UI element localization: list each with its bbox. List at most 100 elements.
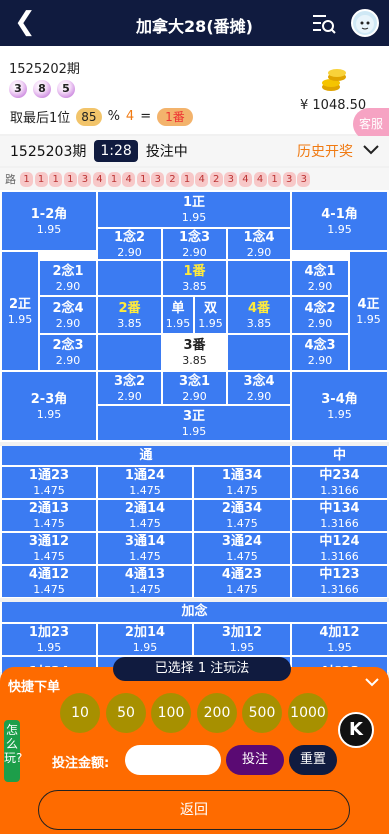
bet-1-2-jiao[interactable]: 1-2角 1.95 — [2, 192, 96, 250]
fantan-bet-grid: 1-2角 1.95 1正 1.95 4-1角 1.95 1念2 2.90 1念3 2.90… — [0, 190, 389, 442]
chip-200[interactable]: 200 — [197, 693, 237, 733]
coins-icon — [322, 69, 346, 91]
bet-1-zheng[interactable]: 1正 1.95 — [98, 192, 290, 227]
bet-button[interactable]: 投注 — [226, 745, 284, 775]
bet-odds: 1.95 — [7, 312, 33, 326]
bet-cell[interactable]: 2通34 1.475 — [194, 500, 290, 531]
bet-odds: 1.95 — [132, 641, 158, 654]
bet-cell[interactable]: 3通12 1.475 — [2, 533, 96, 564]
bet-2-3-jiao[interactable]: 2-3角 1.95 — [2, 372, 96, 440]
bet-cell[interactable]: 3通14 1.475 — [98, 533, 192, 564]
balance: ¥ 1048.50 — [300, 98, 367, 113]
bet-1-nian-3[interactable]: 1念3 2.90 — [163, 229, 226, 259]
bet-3-zheng[interactable]: 3正 1.95 — [98, 406, 290, 440]
bet-name: 4番 — [247, 300, 271, 316]
bet-odds: 1.95 — [356, 312, 381, 326]
bet-odds: 1.95 — [327, 222, 352, 236]
bet-3-fan[interactable]: 3番 3.85 — [163, 335, 226, 370]
bet-cell[interactable]: 4通12 1.475 — [2, 566, 96, 597]
bet-name: 2番 — [118, 300, 141, 316]
k-logo-icon[interactable]: K — [338, 712, 374, 748]
bet-2-nian-4[interactable]: 2念4 2.90 — [40, 297, 96, 333]
bet-1-nian-4[interactable]: 1念4 2.90 — [228, 229, 290, 259]
bet-name: 1加23 — [28, 625, 70, 640]
bet-1-nian-2[interactable]: 1念2 2.90 — [98, 229, 161, 259]
road-cell: 1 — [34, 171, 48, 187]
bet-name: 3念4 — [243, 373, 275, 389]
bet-cell[interactable]: 1通34 1.475 — [194, 467, 290, 498]
history-link[interactable]: 历史开奖 — [297, 141, 353, 161]
bet-cell[interactable]: 3加12 1.95 — [194, 624, 290, 655]
chip-1000[interactable]: 1000 — [288, 693, 328, 733]
bet-odds: 2.90 — [117, 245, 142, 259]
bet-cell[interactable]: 4通13 1.475 — [98, 566, 192, 597]
bet-1-fan[interactable]: 1番 3.85 — [163, 261, 226, 295]
bet-3-nian-1[interactable]: 3念1 2.90 — [163, 372, 226, 404]
road-cell: 3 — [78, 171, 92, 187]
how-to-play-button[interactable]: 怎么玩? — [4, 720, 22, 782]
bet-2-nian-3[interactable]: 2念3 2.90 — [40, 335, 96, 370]
chip-50[interactable]: 50 — [106, 693, 146, 733]
bet-odds: 1.475 — [129, 583, 161, 596]
draw-ball: 5 — [57, 80, 75, 98]
bet-name: 4念2 — [304, 300, 336, 316]
bet-2-zheng[interactable]: 2正 1.95 — [2, 252, 38, 370]
chip-500[interactable]: 500 — [242, 693, 282, 733]
bet-cell[interactable]: 4加12 1.95 — [292, 624, 387, 655]
bet-2-fan[interactable]: 2番 3.85 — [98, 297, 161, 333]
bet-3-4-jiao[interactable]: 3-4角 1.95 — [292, 372, 387, 440]
bet-cell[interactable]: 1通24 1.475 — [98, 467, 192, 498]
amount-input[interactable] — [125, 745, 221, 775]
bet-name: 4通12 — [28, 567, 70, 582]
reset-button[interactable]: 重置 — [289, 745, 337, 775]
bet-dan[interactable]: 单 1.95 — [163, 297, 193, 333]
draw-balls: 3 8 5 — [9, 80, 75, 98]
bet-cell[interactable]: 中123 1.3166 — [292, 566, 387, 597]
bet-odds: 1.3166 — [320, 484, 359, 497]
bet-cell[interactable]: 3通24 1.475 — [194, 533, 290, 564]
bet-4-1-jiao[interactable]: 4-1角 1.95 — [292, 192, 387, 250]
bet-odds: 1.95 — [36, 222, 62, 236]
bet-4-nian-2[interactable]: 4念2 2.90 — [292, 297, 348, 333]
tong-header: 通 — [2, 446, 290, 465]
bet-cell[interactable]: 2通14 1.475 — [98, 500, 192, 531]
bet-cell[interactable]: 1通23 1.475 — [2, 467, 96, 498]
bet-cell[interactable]: 中124 1.3166 — [292, 533, 387, 564]
bet-4-zheng[interactable]: 4正 1.95 — [350, 252, 387, 370]
bet-cell[interactable]: 2通13 1.475 — [2, 500, 96, 531]
bet-odds: 1.475 — [226, 583, 258, 596]
formula-eq: = — [140, 109, 152, 124]
bet-cell[interactable]: 2加14 1.95 — [98, 624, 192, 655]
bet-odds: 3.85 — [182, 354, 207, 367]
chevron-down-icon[interactable] — [362, 142, 380, 158]
avatar[interactable] — [351, 9, 379, 37]
road-cell: 1 — [20, 171, 33, 187]
bet-name: 3正 — [182, 408, 206, 424]
search-list-icon[interactable] — [312, 12, 336, 34]
bet-4-nian-3[interactable]: 4念3 2.90 — [292, 335, 348, 370]
road-label: 路 — [5, 173, 16, 186]
bet-odds: 1.95 — [181, 211, 207, 224]
bet-cell[interactable]: 中134 1.3166 — [292, 500, 387, 531]
jianian-header: 加念 — [2, 602, 387, 622]
road-cell: 2 — [165, 171, 179, 187]
chevron-down-icon[interactable] — [364, 676, 380, 688]
bet-odds: 1.475 — [33, 517, 65, 530]
bet-2-nian-1[interactable]: 2念1 2.90 — [40, 261, 96, 295]
formula-number: 85 — [76, 107, 102, 126]
back-button[interactable]: 返回 — [38, 790, 350, 830]
bet-4-fan[interactable]: 4番 3.85 — [228, 297, 290, 333]
road-cell: 1 — [63, 171, 77, 187]
bet-cell[interactable]: 中234 1.3166 — [292, 467, 387, 498]
bet-3-nian-2[interactable]: 3念2 2.90 — [98, 372, 161, 404]
bet-cell[interactable]: 1加23 1.95 — [2, 624, 96, 655]
quick-bet-title: 快捷下单 — [8, 680, 61, 695]
chip-100[interactable]: 100 — [151, 693, 191, 733]
bet-3-nian-4[interactable]: 3念4 2.90 — [228, 372, 290, 404]
bet-name: 2-3角 — [30, 391, 68, 407]
bet-shuang[interactable]: 双 1.95 — [195, 297, 226, 333]
bet-odds: 1.95 — [165, 316, 191, 330]
bet-cell[interactable]: 4通23 1.475 — [194, 566, 290, 597]
bet-4-nian-1[interactable]: 4念1 2.90 — [292, 261, 348, 295]
chip-10[interactable]: 10 — [60, 693, 100, 733]
